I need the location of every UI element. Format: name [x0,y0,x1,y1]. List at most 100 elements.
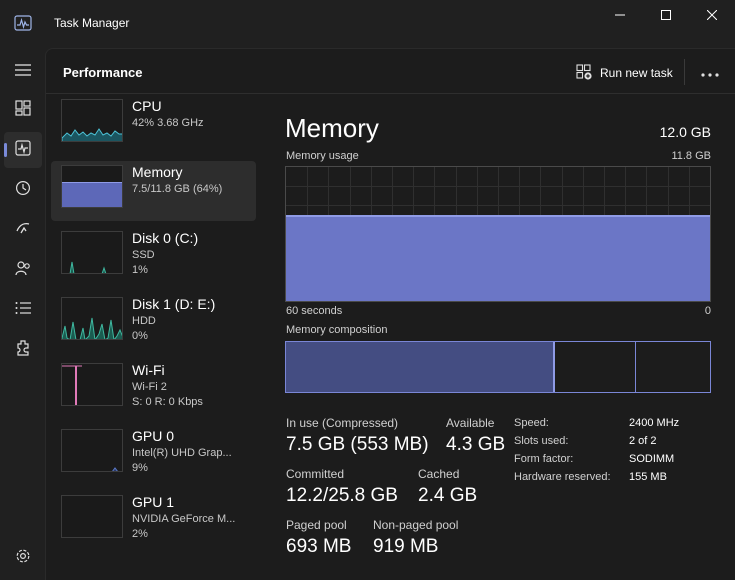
nav-settings[interactable] [4,540,42,576]
nav-services[interactable] [4,332,42,368]
nav-processes[interactable] [4,92,42,128]
resource-throughput: S: 0 R: 0 Kbps [132,396,203,408]
resource-name: Wi-Fi [132,362,165,378]
memory-usage-graph [285,166,711,302]
maximize-icon [661,7,671,25]
resource-name: Memory [132,164,183,180]
hardware-reserved-value: 155 MB [629,471,667,483]
cached-label: Cached [418,467,460,481]
disk-0-thumbnail-graph [61,231,123,274]
memory-detail-pane: Memory 12.0 GB Memory usage 11.8 GB 60 s… [285,109,715,579]
resource-item-disk-1[interactable]: Disk 1 (D: E:) HDD 0% [51,293,256,353]
resource-name: GPU 0 [132,428,175,444]
window-title: Task Manager [54,16,130,30]
app-history-icon [15,180,31,201]
resource-item-gpu-1[interactable]: GPU 1 NVIDIA GeForce M... 2% [51,491,256,551]
details-icon [15,301,31,320]
resource-name: GPU 1 [132,494,175,510]
resource-detail: 7.5/11.8 GB (64%) [132,183,223,195]
speed-label: Speed: [514,417,549,429]
run-new-task-label: Run new task [600,66,673,80]
memory-thumbnail-graph [61,165,123,208]
users-icon [15,260,31,281]
memory-usage-max: 11.8 GB [671,150,711,162]
cpu-thumbnail-graph [61,99,123,142]
non-paged-pool-value: 919 MB [373,536,439,557]
resource-usage: 2% [132,528,148,540]
disk-1-thumbnail-graph [61,297,123,340]
maximize-button[interactable] [643,0,689,32]
task-manager-icon [14,14,32,32]
time-span-label: 60 seconds [286,305,343,317]
title-bar: Task Manager [0,0,735,48]
composition-standby-segment[interactable] [555,342,636,392]
hardware-reserved-label: Hardware reserved: [514,471,611,483]
memory-usage-label: Memory usage [286,150,359,162]
resource-detail: Wi-Fi 2 [132,381,167,393]
resource-detail: 42% 3.68 GHz [132,117,204,129]
resource-item-memory[interactable]: Memory 7.5/11.8 GB (64%) [51,161,256,221]
close-button[interactable] [689,0,735,32]
nav-details[interactable] [4,292,42,328]
committed-value: 12.2/25.8 GB [286,485,398,506]
more-options-icon [701,64,719,82]
resource-detail: SSD [132,249,155,261]
resource-name: Disk 0 (C:) [132,230,199,246]
services-icon [15,339,31,361]
non-paged-pool-label: Non-paged pool [373,518,459,532]
page-header: Performance Run new task [46,49,735,94]
nav-performance[interactable] [4,132,42,168]
committed-label: Committed [286,467,345,481]
processes-icon [15,99,31,121]
resource-detail: NVIDIA GeForce M... [132,513,236,525]
memory-composition-label: Memory composition [286,324,388,336]
memory-usage-fill [286,215,710,301]
speed-value: 2400 MHz [629,417,680,429]
resource-item-gpu-0[interactable]: GPU 0 Intel(R) UHD Grap... 9% [51,425,256,485]
form-factor-label: Form factor: [514,453,574,465]
form-factor-value: SODIMM [629,453,675,465]
gpu-1-thumbnail-graph [61,495,123,538]
resource-item-cpu[interactable]: CPU 42% 3.68 GHz [51,95,256,155]
paged-pool-label: Paged pool [286,518,347,532]
total-memory: 12.0 GB [659,124,711,140]
startup-apps-icon [15,220,31,241]
wifi-thumbnail-graph [61,363,123,406]
resource-item-wifi[interactable]: Wi-Fi Wi-Fi 2 S: 0 R: 0 Kbps [51,359,256,419]
close-icon [706,7,718,25]
composition-free-segment[interactable] [635,342,710,392]
memory-composition-bar [285,341,711,393]
slots-used-label: Slots used: [514,435,569,447]
nav-startup-apps[interactable] [4,212,42,248]
header-divider [684,59,685,85]
settings-icon [15,548,31,569]
hamburger-menu-icon [15,63,31,82]
page-title: Performance [63,65,143,80]
resource-detail: HDD [132,315,156,327]
detail-title: Memory [285,113,379,143]
available-value: 4.3 GB [446,434,506,455]
performance-icon [15,139,31,161]
minimize-icon [615,7,625,25]
cached-value: 2.4 GB [418,485,478,506]
resource-detail: Intel(R) UHD Grap... [132,447,232,459]
slots-used-value: 2 of 2 [629,435,657,447]
run-new-task-button[interactable]: Run new task [574,59,675,87]
nav-users[interactable] [4,252,42,288]
more-options-button[interactable] [698,59,722,87]
nav-menu-button[interactable] [4,54,42,90]
in-use-label: In use (Compressed) [286,416,399,430]
resource-usage: 1% [132,264,148,276]
nav-app-history[interactable] [4,172,42,208]
resource-item-disk-0[interactable]: Disk 0 (C:) SSD 1% [51,227,256,287]
resource-usage: 0% [132,330,148,342]
run-task-icon [576,63,592,83]
navigation-rail [0,48,44,580]
resource-usage: 9% [132,462,148,474]
time-end-label: 0 [704,305,711,317]
resource-name: CPU [132,98,162,114]
minimize-button[interactable] [597,0,643,32]
gpu-0-thumbnail-graph [61,429,123,472]
resource-name: Disk 1 (D: E:) [132,296,216,312]
composition-in-use-segment[interactable] [286,342,556,392]
